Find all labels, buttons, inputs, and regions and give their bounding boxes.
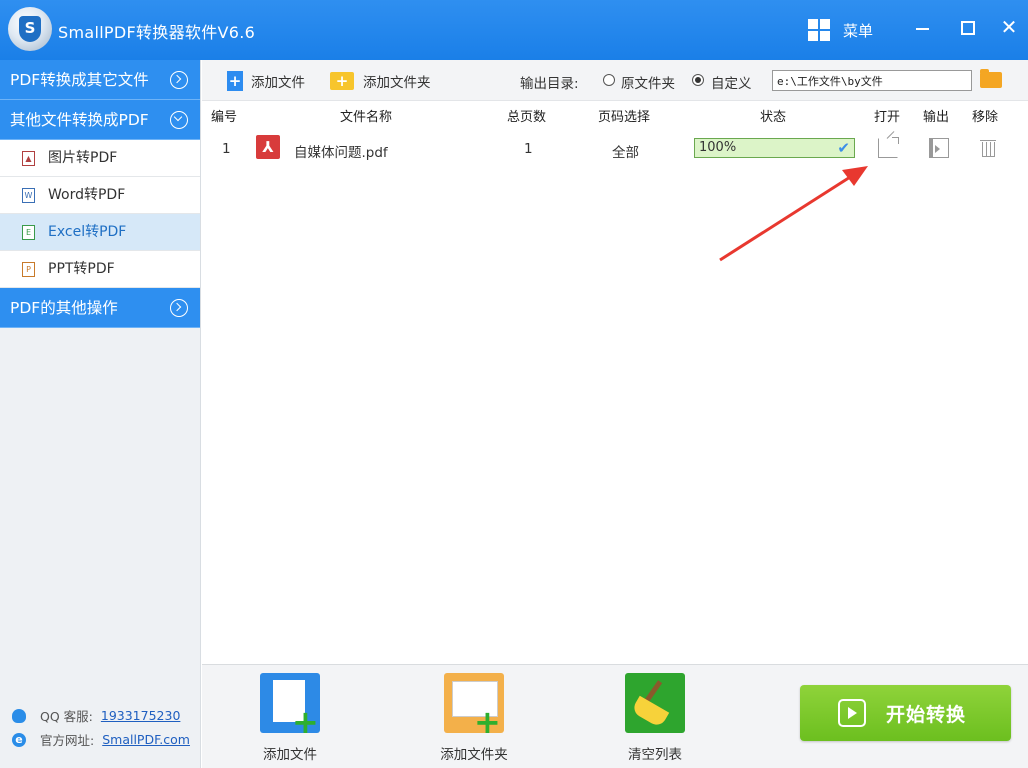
play-icon	[838, 699, 866, 727]
row-page-selection[interactable]: 全部	[612, 141, 639, 161]
radio-original-label: 原文件夹	[621, 76, 675, 92]
sidebar-item-image-to-pdf[interactable]: ▲ 图片转PDF	[0, 140, 200, 177]
chevron-down-icon	[170, 111, 188, 129]
app-window: S SmallPDF转换器软件V6.6 菜单 ✕ PDF转换成其它文件 其他文件…	[0, 0, 1028, 768]
pdf-file-icon: ⅄	[256, 135, 280, 159]
row-index: 1	[222, 141, 231, 157]
menu-label: 菜单	[843, 21, 874, 40]
ppt-file-icon: P	[22, 262, 35, 277]
official-site: e 官方网址: SmallPDF.com	[12, 730, 190, 749]
chevron-right-icon	[170, 299, 188, 317]
sidebar-item-ppt-to-pdf[interactable]: P PPT转PDF	[0, 251, 200, 288]
broom-icon	[625, 673, 685, 733]
sidebar-section-pdf-to-other[interactable]: PDF转换成其它文件	[0, 60, 200, 100]
add-file-large-icon	[260, 673, 320, 735]
start-convert-button[interactable]: 开始转换	[800, 685, 1011, 741]
sidebar-section-other-to-pdf[interactable]: 其他文件转换成PDF	[0, 100, 200, 140]
row-pages: 1	[524, 141, 533, 157]
sidebar-section-label: PDF转换成其它文件	[10, 71, 149, 89]
row-filename: 自媒体问题.pdf	[294, 145, 388, 161]
app-title: SmallPDF转换器软件V6.6	[58, 23, 256, 42]
browser-icon: e	[12, 732, 26, 747]
add-folder-icon: +	[330, 72, 354, 90]
annotation-arrow	[719, 166, 868, 262]
clear-list-label: 清空列表	[628, 747, 682, 763]
bottom-add-folder-button[interactable]: 添加文件夹	[414, 673, 534, 763]
bottom-add-file-label: 添加文件	[263, 747, 317, 763]
sidebar-section-label: PDF的其他操作	[10, 299, 118, 317]
grid-menu-icon	[808, 19, 830, 41]
open-file-icon[interactable]	[878, 137, 899, 158]
bottom-action-bar: 添加文件 添加文件夹 清空列表 开始转换	[202, 664, 1028, 768]
header-index: 编号	[211, 110, 238, 125]
header-filename: 文件名称	[340, 110, 393, 125]
site-label: 官方网址:	[40, 733, 95, 748]
sidebar-section-pdf-other-ops[interactable]: PDF的其他操作	[0, 288, 200, 328]
sidebar-item-label: 图片转PDF	[48, 150, 118, 166]
trash-icon[interactable]	[979, 138, 999, 158]
qq-number-link[interactable]: 1933175230	[101, 708, 181, 723]
file-table-header: 编号 文件名称 总页数 页码选择 状态 打开 输出 移除	[202, 102, 1028, 126]
header-open: 打开	[874, 110, 901, 125]
site-link[interactable]: SmallPDF.com	[102, 732, 190, 747]
bottom-add-file-button[interactable]: 添加文件	[230, 673, 350, 763]
radio-custom-label: 自定义	[711, 76, 752, 92]
sidebar-item-word-to-pdf[interactable]: W Word转PDF	[0, 177, 200, 214]
sidebar-item-label: Word转PDF	[48, 187, 126, 203]
qq-support: QQ 客服: 1933175230	[12, 706, 180, 725]
add-file-label: 添加文件	[251, 75, 305, 91]
start-convert-label: 开始转换	[886, 704, 967, 726]
sidebar-item-label: Excel转PDF	[48, 224, 127, 240]
table-row[interactable]: 1 ⅄ 自媒体问题.pdf 1 全部 100% ✔	[202, 130, 1028, 170]
header-remove: 移除	[972, 110, 999, 125]
minimize-button[interactable]	[908, 14, 936, 42]
sidebar-section-label: 其他文件转换成PDF	[10, 111, 149, 129]
shield-icon: S	[19, 16, 41, 42]
maximize-button[interactable]	[953, 14, 981, 42]
add-folder-large-icon	[444, 673, 504, 735]
menu-button[interactable]: 菜单	[808, 16, 873, 44]
browse-folder-icon[interactable]	[980, 69, 1002, 88]
image-file-icon: ▲	[22, 151, 35, 166]
radio-custom-folder[interactable]	[692, 74, 704, 86]
word-file-icon: W	[22, 188, 35, 203]
add-folder-label: 添加文件夹	[363, 75, 431, 91]
output-dir-label: 输出目录:	[520, 76, 579, 92]
close-button[interactable]: ✕	[995, 14, 1023, 42]
sidebar: PDF转换成其它文件 其他文件转换成PDF ▲ 图片转PDF W Word转PD…	[0, 60, 201, 768]
toolbar: + 添加文件 + 添加文件夹 输出目录: 原文件夹 自定义	[202, 60, 1028, 101]
qq-icon	[12, 708, 26, 723]
excel-file-icon: E	[22, 225, 35, 240]
title-bar: S SmallPDF转换器软件V6.6 菜单 ✕	[0, 0, 1028, 60]
bottom-add-folder-label: 添加文件夹	[440, 747, 508, 763]
app-logo: S	[8, 7, 52, 51]
add-file-icon: +	[227, 71, 243, 91]
sidebar-item-label: PPT转PDF	[48, 261, 115, 277]
sidebar-item-excel-to-pdf[interactable]: E Excel转PDF	[0, 214, 200, 251]
qq-label: QQ 客服:	[40, 709, 93, 724]
header-status: 状态	[760, 110, 787, 125]
add-file-button[interactable]: + 添加文件	[227, 70, 305, 92]
chevron-right-icon	[170, 71, 188, 89]
export-icon[interactable]	[929, 138, 949, 158]
radio-original-folder[interactable]	[603, 74, 615, 86]
header-pages: 总页数	[507, 110, 547, 125]
clear-list-button[interactable]: 清空列表	[595, 673, 715, 763]
header-export: 输出	[923, 110, 950, 125]
output-path-input[interactable]	[772, 70, 972, 91]
header-page-selection: 页码选择	[598, 110, 651, 125]
add-folder-button[interactable]: + 添加文件夹	[330, 70, 431, 92]
